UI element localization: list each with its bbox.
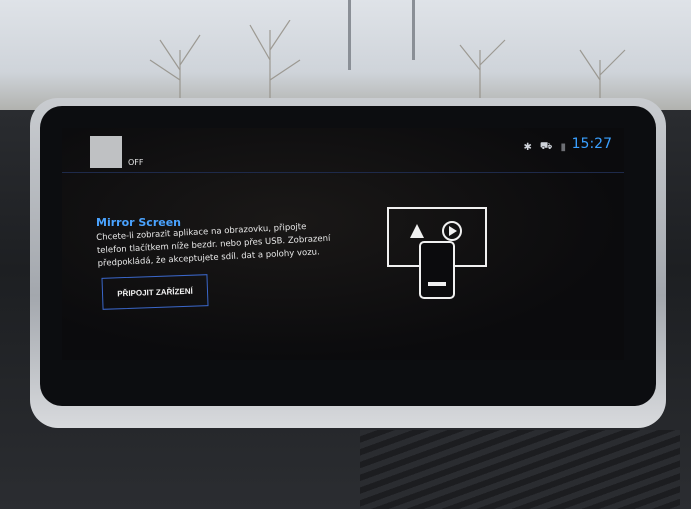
phone-icon [419, 241, 455, 299]
signal-icon: ▮ [560, 142, 566, 153]
infotainment-screen: OFF ✱ ⛟ ▮ 15:27 Mirror Screen Chcete-li … [62, 128, 624, 360]
media-source-thumbnail[interactable] [90, 136, 122, 168]
status-icons: ✱ ⛟ ▮ [524, 141, 567, 154]
flagpole [412, 0, 415, 60]
media-source-label: OFF [128, 158, 144, 167]
car-status-icon: ⛟ [539, 141, 553, 152]
dashboard-vent [360, 430, 680, 509]
clock: 15:27 [571, 136, 612, 152]
status-bar: OFF ✱ ⛟ ▮ 15:27 [62, 128, 624, 173]
android-auto-icon [410, 224, 424, 238]
mirror-illustration [387, 207, 487, 299]
bluetooth-icon: ✱ [523, 142, 532, 153]
page-title: Mirror Screen [96, 216, 181, 229]
flagpole [348, 0, 351, 70]
connect-device-button[interactable]: PŘIPOJIT ZAŘÍZENÍ [101, 274, 209, 310]
